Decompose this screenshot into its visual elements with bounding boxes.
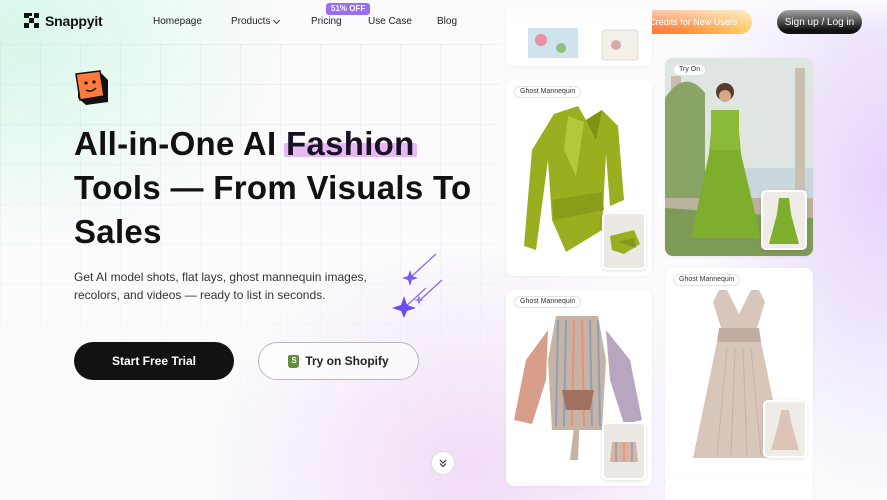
source-thumbnail [761, 190, 807, 250]
shopify-icon [288, 354, 300, 368]
brand-logo[interactable]: Snappyit [24, 13, 103, 29]
card-tag: Ghost Mannequin [514, 86, 582, 98]
hero-headline: All-in-One AI Fashion Tools — From Visua… [74, 122, 494, 254]
card-tag: Ghost Mannequin [673, 274, 741, 286]
scroll-down-button[interactable] [431, 451, 455, 475]
brand-name: Snappyit [45, 13, 103, 29]
nav-products-label: Products [231, 16, 271, 27]
logo-icon [24, 13, 40, 29]
source-thumbnail [602, 212, 646, 270]
double-chevron-down-icon [439, 459, 447, 468]
headline-part1: All-in-One AI [74, 125, 286, 162]
shooting-stars-icon [392, 253, 443, 318]
gallery-card-partial-bottom[interactable] [665, 478, 813, 500]
signup-login-button[interactable]: Sign up / Log in [777, 10, 862, 34]
gallery-card-ghost-mannequin-striped[interactable]: Ghost Mannequin [506, 290, 652, 486]
gallery-card-partial-top[interactable] [506, 0, 652, 66]
gallery-card-try-on[interactable]: Try On [665, 58, 813, 256]
green-dress-thumbnail [763, 192, 805, 248]
discount-badge: 51% OFF [326, 3, 371, 15]
card-tag: Try On [673, 64, 707, 76]
headline-highlight: Fashion [285, 125, 415, 162]
source-thumbnail [763, 400, 807, 458]
nav-products[interactable]: Products [231, 16, 281, 27]
folded-blouse-thumbnail [604, 214, 644, 268]
card-tag: Ghost Mannequin [514, 296, 582, 308]
source-thumbnail [602, 422, 646, 480]
mascot-cube-icon [75, 70, 108, 105]
start-free-trial-button[interactable]: Start Free Trial [74, 342, 234, 380]
gallery-card-ghost-mannequin-dress[interactable]: Ghost Mannequin [665, 268, 813, 486]
beige-dress-thumbnail [765, 402, 805, 456]
chevron-down-icon [273, 16, 281, 24]
nav-blog[interactable]: Blog [437, 16, 457, 27]
gallery-card-ghost-mannequin-blouse[interactable]: Ghost Mannequin [506, 80, 652, 276]
folded-striped-blouse-thumbnail [604, 424, 644, 478]
nav-homepage[interactable]: Homepage [153, 16, 202, 27]
floral-garment-image [506, 0, 652, 66]
hero-subtitle: Get AI model shots, flat lays, ghost man… [74, 270, 367, 302]
top-navbar: Snappyit Homepage Products 51% OFF Prici… [0, 0, 887, 44]
headline-part2: Tools — From Visuals To Sales [74, 169, 472, 250]
nav-use-case[interactable]: Use Case [368, 16, 412, 27]
nav-pricing[interactable]: Pricing [311, 16, 342, 27]
shopify-button-label: Try on Shopify [305, 354, 389, 368]
try-on-shopify-button[interactable]: Try on Shopify [258, 342, 419, 380]
